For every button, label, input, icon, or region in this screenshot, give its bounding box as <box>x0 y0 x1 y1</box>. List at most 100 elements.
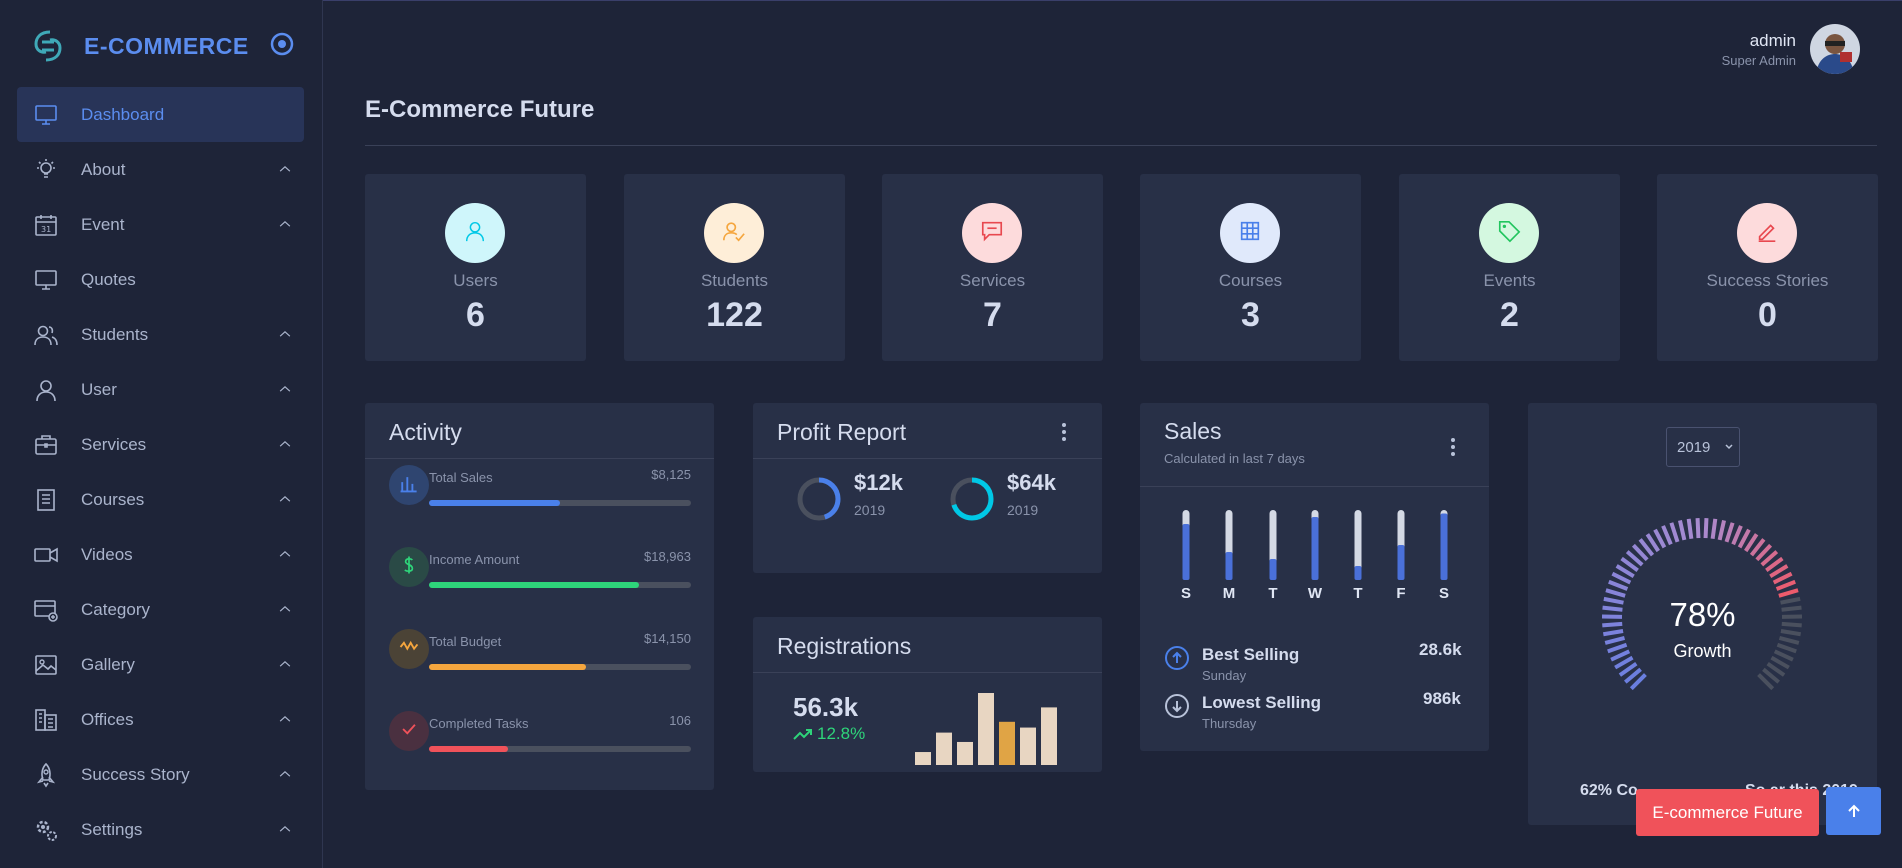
gauge-tick <box>1695 518 1701 539</box>
sales-day-label: F <box>1396 585 1406 602</box>
growth-label: Growth <box>1673 641 1732 661</box>
sidebar-item-dashboard[interactable]: Dashboard <box>17 87 304 142</box>
gauge-tick <box>1678 520 1687 541</box>
bar-chart-icon <box>398 472 420 499</box>
year-select[interactable]: 2019 <box>1666 427 1740 467</box>
sidebar-item-success-story[interactable]: Success Story <box>17 747 304 802</box>
activity-progress-track <box>429 582 691 588</box>
user-check-icon <box>722 219 746 248</box>
stat-icon-circle <box>962 203 1022 263</box>
stat-card-students[interactable]: Students 122 <box>624 174 845 361</box>
chevron-up-icon[interactable] <box>278 437 292 451</box>
sales-bar-chart <box>1182 510 1448 580</box>
activity-progress-fill <box>429 664 587 670</box>
stat-icon-circle <box>1737 203 1797 263</box>
chevron-up-icon[interactable] <box>278 822 292 836</box>
registrations-change: 12.8% <box>793 724 865 744</box>
sidebar-item-quotes[interactable]: Quotes <box>17 252 304 307</box>
activity-label: Income Amount <box>429 552 520 567</box>
sidebar-item-services[interactable]: Services <box>17 417 304 472</box>
scroll-to-top-button[interactable] <box>1826 787 1881 835</box>
registrations-title: Registrations <box>777 633 912 659</box>
chevron-up-icon[interactable] <box>278 492 292 506</box>
sales-menu-icon[interactable] <box>1450 437 1456 457</box>
stat-card-services[interactable]: Services 7 <box>882 174 1103 361</box>
user-name: admin <box>1749 30 1796 50</box>
activity-title: Activity <box>389 419 462 445</box>
stat-card-events[interactable]: Events 2 <box>1399 174 1620 361</box>
activity-progress-track <box>429 746 691 752</box>
title-divider <box>365 145 1877 146</box>
sidebar-item-settings[interactable]: Settings <box>17 802 304 857</box>
sidebar-item-about[interactable]: About <box>17 142 304 197</box>
chevron-up-icon[interactable] <box>278 382 292 396</box>
chevron-up-icon[interactable] <box>278 217 292 231</box>
best-selling-value: 28.6k <box>1419 640 1462 659</box>
sidebar-item-user[interactable]: User <box>17 362 304 417</box>
sidebar-item-event[interactable]: 31 Event <box>17 197 304 252</box>
user-menu[interactable]: admin Super Admin <box>1722 24 1860 74</box>
sidebar-item-videos[interactable]: Videos <box>17 527 304 582</box>
stat-card-courses[interactable]: Courses 3 <box>1140 174 1361 361</box>
chevron-up-icon[interactable] <box>278 547 292 561</box>
sales-bar-fill <box>1397 545 1405 580</box>
registrations-bar <box>915 752 931 765</box>
monitor-icon <box>33 267 59 293</box>
chevron-up-icon[interactable] <box>278 327 292 341</box>
sidebar-item-offices[interactable]: Offices <box>17 692 304 747</box>
gauge-tick <box>1781 605 1802 612</box>
best-selling-label: Best Selling <box>1202 645 1300 664</box>
activity-progress-fill <box>429 582 639 588</box>
sidebar-item-label: About <box>81 159 126 179</box>
gauge-tick <box>1780 596 1801 605</box>
gauge-tick <box>1607 642 1628 654</box>
sidebar-item-label: User <box>81 379 117 399</box>
brand[interactable]: E-COMMERCE <box>32 28 249 64</box>
lowest-selling: Lowest Selling Thursday <box>1164 693 1321 731</box>
chevron-up-icon[interactable] <box>278 602 292 616</box>
stat-label: Services <box>959 271 1026 290</box>
sidebar-item-students[interactable]: Students <box>17 307 304 362</box>
app: E-COMMERCE Dashboard About 31 Event Quotes St… <box>0 0 1902 868</box>
sidebar-item-label: Quotes <box>81 269 136 289</box>
activity-icon-circle <box>389 547 429 587</box>
profit-ring <box>950 477 994 521</box>
activity-row: Total Sales $8,125 <box>389 465 691 521</box>
activity-icon-circle <box>389 629 429 669</box>
chevron-up-icon[interactable] <box>278 712 292 726</box>
chevron-down-icon <box>1725 444 1733 450</box>
svg-text:31: 31 <box>41 225 51 234</box>
stat-card-success-stories[interactable]: Success Stories 0 <box>1657 174 1878 361</box>
target-icon[interactable] <box>270 32 294 56</box>
stat-icon-circle <box>704 203 764 263</box>
sidebar-item-label: Event <box>81 214 125 234</box>
stat-value: 122 <box>706 296 763 334</box>
ecommerce-future-button[interactable]: E-commerce Future <box>1636 789 1819 836</box>
activity-label: Total Budget <box>429 634 502 649</box>
gauge-tick <box>1602 621 1623 628</box>
avatar[interactable] <box>1810 24 1860 74</box>
arrow-up-icon <box>1847 804 1860 817</box>
sales-bar-fill <box>1354 566 1362 580</box>
sidebar-nav: Dashboard About 31 Event Quotes Students User S… <box>17 87 304 857</box>
sidebar-item-courses[interactable]: Courses <box>17 472 304 527</box>
sidebar-item-category[interactable]: Category <box>17 582 304 637</box>
sidebar-item-gallery[interactable]: Gallery <box>17 637 304 692</box>
registrations-bar-chart <box>915 693 1057 765</box>
gauge-tick <box>1703 518 1709 539</box>
chevron-up-icon[interactable] <box>278 657 292 671</box>
gauge-tick <box>1602 605 1623 612</box>
profit-report-menu-icon[interactable] <box>1061 422 1067 442</box>
gauge-tick <box>1669 522 1680 543</box>
gauge-tick <box>1781 621 1802 628</box>
profit-item: $12k 2019 <box>854 470 903 518</box>
wave-icon <box>398 636 420 663</box>
sales-day-label: S <box>1438 585 1449 602</box>
chevron-up-icon[interactable] <box>278 162 292 176</box>
gauge-tick <box>1773 649 1794 662</box>
sidebar-item-label: Success Story <box>81 764 190 784</box>
stat-card-users[interactable]: Users 6 <box>365 174 586 361</box>
chevron-up-icon[interactable] <box>278 767 292 781</box>
sidebar-item-label: Courses <box>81 489 145 509</box>
stat-label: Users <box>453 271 498 290</box>
